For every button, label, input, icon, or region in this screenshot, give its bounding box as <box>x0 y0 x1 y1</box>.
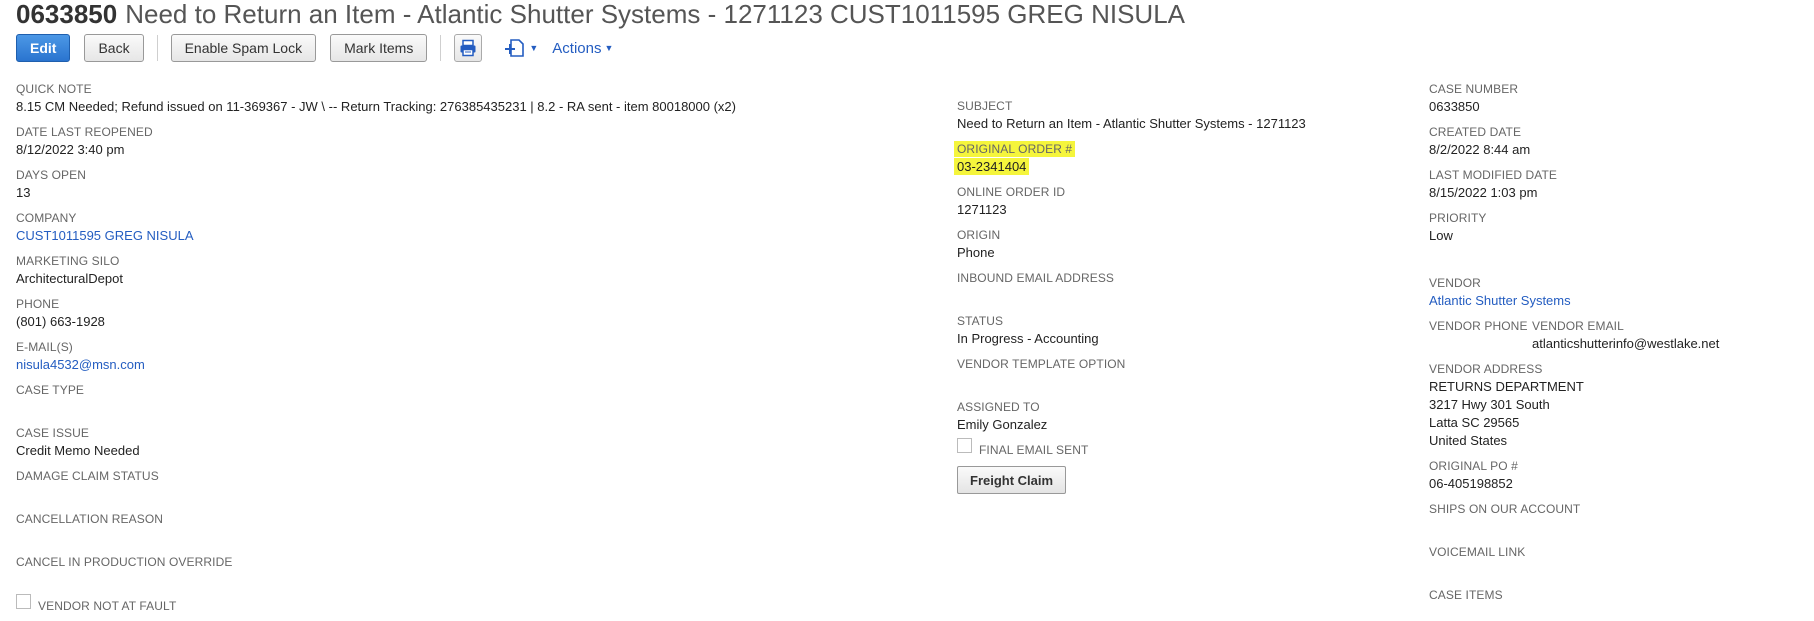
print-button[interactable] <box>454 34 483 62</box>
original-order-label-highlight: ORIGINAL ORDER # <box>954 141 1076 157</box>
mark-items-button[interactable]: Mark Items <box>330 34 428 62</box>
vendor-address-line: 3217 Hwy 301 South <box>1429 397 1550 412</box>
toolbar-divider <box>156 35 158 61</box>
status-value: In Progress - Accounting <box>957 331 1099 346</box>
actions-menu[interactable]: Actions ▼ <box>552 40 613 57</box>
subject-value: Need to Return an Item - Atlantic Shutte… <box>957 116 1306 131</box>
back-button[interactable]: Back <box>84 34 144 62</box>
final-email-sent-label: FINAL EMAIL SENT <box>979 443 1089 457</box>
online-order-id-value: 1271123 <box>957 202 1007 217</box>
last-modified-date-value: 8/15/2022 1:03 pm <box>1429 185 1538 200</box>
assigned-to-value: Emily Gonzalez <box>957 417 1048 432</box>
original-po-value: 06-405198852 <box>1429 476 1513 491</box>
quick-note-value: 8.15 CM Needed; Refund issued on 11-3693… <box>16 99 736 114</box>
date-last-reopened-value: 8/12/2022 3:40 pm <box>16 142 125 157</box>
vendor-template-option-label: VENDOR TEMPLATE OPTION <box>957 357 1126 371</box>
original-po-label: ORIGINAL PO # <box>1429 459 1518 473</box>
page-title: 0633850 Need to Return an Item - Atlantic… <box>16 0 1185 28</box>
vendor-not-at-fault-label: VENDOR NOT AT FAULT <box>38 599 177 613</box>
toolbar: Edit Back Enable Spam Lock Mark Items ▼ … <box>16 33 613 63</box>
vendor-phone-label: VENDOR PHONE <box>1429 319 1528 333</box>
origin-value: Phone <box>957 245 995 260</box>
edit-button[interactable]: Edit <box>16 34 71 62</box>
quick-note-label: QUICK NOTE <box>16 82 92 96</box>
new-record-menu[interactable]: ▼ <box>504 38 538 58</box>
new-record-icon <box>505 39 525 57</box>
case-type-label: CASE TYPE <box>16 383 85 397</box>
created-date-label: CREATED DATE <box>1429 125 1522 139</box>
vendor-address-line: RETURNS DEPARTMENT <box>1429 379 1584 394</box>
ships-on-our-account-label: SHIPS ON OUR ACCOUNT <box>1429 502 1581 516</box>
toolbar-divider <box>440 35 442 61</box>
phone-value: (801) 663-1928 <box>16 314 105 329</box>
original-order-value-highlight: 03-2341404 <box>954 158 1030 175</box>
priority-label: PRIORITY <box>1429 211 1487 225</box>
vendor-address-label: VENDOR ADDRESS <box>1429 362 1543 376</box>
enable-spam-lock-button[interactable]: Enable Spam Lock <box>170 34 317 62</box>
company-link[interactable]: CUST1011595 GREG NISULA <box>16 228 194 243</box>
vendor-label: VENDOR <box>1429 276 1481 290</box>
created-date-value: 8/2/2022 8:44 am <box>1429 142 1531 157</box>
online-order-id-label: ONLINE ORDER ID <box>957 185 1066 199</box>
freight-claim-button[interactable]: Freight Claim <box>957 466 1067 494</box>
vendor-address-line: Latta SC 29565 <box>1429 415 1520 430</box>
phone-label: PHONE <box>16 297 60 311</box>
company-label: COMPANY <box>16 211 77 225</box>
inbound-email-address-label: INBOUND EMAIL ADDRESS <box>957 271 1115 285</box>
case-number-label: CASE NUMBER <box>1429 82 1519 96</box>
print-icon <box>460 39 476 57</box>
case-title-heading: Need to Return an Item - Atlantic Shutte… <box>125 0 1186 29</box>
status-label: STATUS <box>957 314 1004 328</box>
days-open-label: DAYS OPEN <box>16 168 87 182</box>
actions-label: Actions <box>552 39 602 57</box>
final-email-sent-checkbox[interactable] <box>957 438 972 453</box>
vendor-email-label: VENDOR EMAIL <box>1532 319 1624 333</box>
case-items-label: CASE ITEMS <box>1429 588 1503 602</box>
original-order-label: ORIGINAL ORDER # <box>954 141 1076 157</box>
vendor-link[interactable]: Atlantic Shutter Systems <box>1429 293 1571 308</box>
vendor-not-at-fault-checkbox[interactable] <box>16 594 31 609</box>
original-order-value: 03-2341404 <box>954 158 1030 175</box>
marketing-silo-value: ArchitecturalDepot <box>16 271 123 286</box>
last-modified-date-label: LAST MODIFIED DATE <box>1429 168 1558 182</box>
assigned-to-label: ASSIGNED TO <box>957 400 1040 414</box>
case-issue-value: Credit Memo Needed <box>16 443 140 458</box>
vendor-address-line: United States <box>1429 433 1508 448</box>
date-last-reopened-label: DATE LAST REOPENED <box>16 125 153 139</box>
subject-label: SUBJECT <box>957 99 1013 113</box>
email-link[interactable]: nisula4532@msn.com <box>16 357 145 372</box>
case-issue-label: CASE ISSUE <box>16 426 90 440</box>
case-number-heading: 0633850 <box>16 0 118 29</box>
cancel-in-production-override-label: CANCEL IN PRODUCTION OVERRIDE <box>16 555 233 569</box>
cancellation-reason-label: CANCELLATION REASON <box>16 512 164 526</box>
emails-label: E-MAIL(S) <box>16 340 73 354</box>
priority-value: Low <box>1429 228 1453 243</box>
caret-down-icon: ▼ <box>529 43 539 53</box>
caret-down-icon: ▼ <box>604 43 614 53</box>
days-open-value: 13 <box>16 185 31 200</box>
origin-label: ORIGIN <box>957 228 1001 242</box>
vendor-email-value: atlanticshutterinfo@westlake.net <box>1532 336 1720 351</box>
damage-claim-status-label: DAMAGE CLAIM STATUS <box>16 469 159 483</box>
voicemail-link-label: VOICEMAIL LINK <box>1429 545 1526 559</box>
case-number-value: 0633850 <box>1429 99 1480 114</box>
marketing-silo-label: MARKETING SILO <box>16 254 120 268</box>
